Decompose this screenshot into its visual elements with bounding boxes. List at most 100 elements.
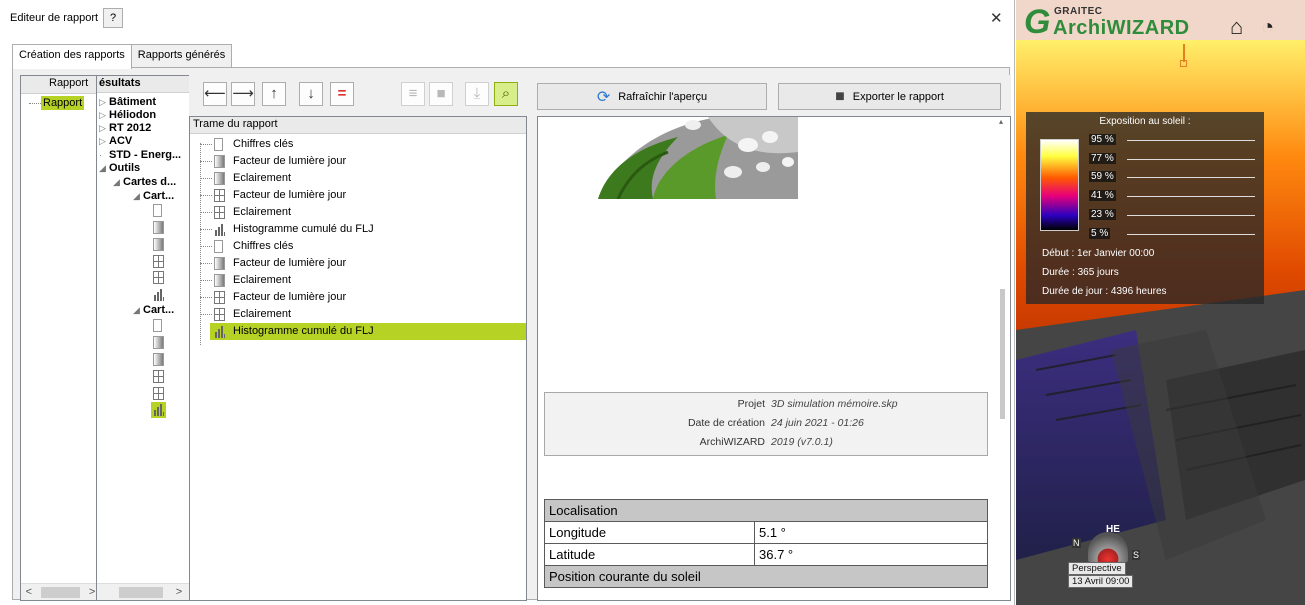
scroll-thumb[interactable] [1000,289,1005,419]
tree-item-acv[interactable]: ▷ ACV [99,135,132,147]
arrow-left-icon[interactable]: ⟵ [203,82,227,106]
longitude-label: Longitude [544,521,755,544]
sub-icon-gradient[interactable] [153,238,164,251]
gauge-icon[interactable]: ◔ [1261,14,1274,40]
page-icon [153,204,162,217]
legend-tick: 95 % [1089,134,1259,146]
refresh-icon: ⟳ [596,88,611,106]
page-icon [153,319,162,332]
arrow-right-icon[interactable]: ⟶ [231,82,255,106]
trame-row[interactable]: Facteur de lumière jour [190,153,526,170]
legend-tick: 5 % [1089,228,1259,240]
sub-icon-gradient[interactable] [153,353,164,366]
trame-row[interactable]: Facteur de lumière jour [190,187,526,204]
text-icon[interactable]: ≡ [401,82,425,106]
preview-icon[interactable]: ⌕ [494,82,518,106]
graitec-logo-icon: G [1024,3,1051,41]
collapse-arrow-icon[interactable]: ◢ [113,177,123,188]
sub-icon-gradient[interactable] [153,336,164,349]
vertical-scrollbar[interactable]: ▴ [996,117,1010,600]
tab-rapports-generes[interactable]: Rapports générés [130,44,233,68]
report-preview[interactable]: ▴ Projet 3D simulation mémoire.skp Date … [537,116,1011,601]
3d-viewport[interactable]: G GRAITEC ArchiWIZARD ⌂ ◔ Exposition au … [1016,0,1305,605]
grid-icon [214,308,225,321]
horizontal-scrollbar[interactable]: > [97,583,189,600]
close-button[interactable]: ✕ [990,9,1003,27]
tree-item-outils[interactable]: ◢ Outils [99,162,140,174]
sub-icon-grid[interactable] [153,370,164,383]
sub-icon-page[interactable] [153,319,162,332]
expand-arrow-icon[interactable]: ▷ [99,110,109,121]
page-icon [214,240,223,253]
view-mode-label[interactable]: Perspective [1068,562,1126,575]
tab-creation-rapports[interactable]: Création des rapports [12,44,132,69]
tree-item-cart-1[interactable]: ◢ Cart... [133,190,174,202]
info-key: Projet [737,398,765,410]
trame-row[interactable]: Chiffres clés [190,238,526,255]
location-table: Localisation Longitude 5.1 ° Latitude 36… [544,499,988,588]
sub-icon-page[interactable] [153,204,162,217]
sub-icon-histogram-selected[interactable] [151,402,166,418]
collapse-arrow-icon[interactable]: ◢ [133,305,143,316]
refresh-preview-button[interactable]: ⟳ Rafraîchir l'aperçu [537,83,767,110]
tree-item-cart-2[interactable]: ◢ Cart... [133,304,174,316]
sub-icon-grid[interactable] [153,255,164,268]
scroll-left-icon[interactable]: < [21,586,37,598]
report-node[interactable]: Rapport [41,96,85,110]
trame-row[interactable]: Eclairement [190,170,526,187]
trame-tree: Trame du rapport Chiffres clés Facteur d… [189,116,527,601]
legend-daylight: Durée de jour : 4396 heures [1042,286,1167,297]
legend-tick: 77 % [1089,153,1259,165]
legend-start: Début : 1er Janvier 00:00 [1042,248,1155,259]
gradient-icon [153,336,164,349]
tree-item-rt2012[interactable]: ▷ RT 2012 [99,122,151,134]
tree-item-cartes[interactable]: ◢ Cartes d... [113,176,176,188]
page-icon [214,138,223,151]
trame-row-selected[interactable]: Histogramme cumulé du FLJ [210,323,526,340]
datetime-label[interactable]: 13 Avril 09:00 [1068,575,1134,588]
scroll-right-icon[interactable]: > [171,586,187,598]
download-icon[interactable]: ⤓ [465,82,489,106]
collapse-arrow-icon[interactable]: ◢ [133,191,143,202]
save-icon[interactable]: ■ [429,82,453,106]
sub-icon-grid[interactable] [153,387,164,400]
trame-row[interactable]: Chiffres clés [190,136,526,153]
tree-item-std[interactable]: · STD - Energ... [99,149,181,161]
trame-row[interactable]: Eclairement [190,272,526,289]
scroll-thumb[interactable] [40,586,81,598]
expand-arrow-icon[interactable]: ▷ [99,123,109,134]
trame-row[interactable]: Facteur de lumière jour [190,255,526,272]
sub-icon-grid[interactable] [153,271,164,284]
sub-icon-histogram[interactable] [153,288,164,301]
report-structure-pane: ⟵ ⟶ ↑ ↓ = ≡ ■ ⤓ ⌕ Trame du rapport Chiff… [189,75,527,601]
grid-icon [153,255,164,268]
trame-row[interactable]: Facteur de lumière jour [190,289,526,306]
sub-icon-gradient[interactable] [153,221,164,234]
histogram-icon [153,403,164,416]
export-report-button[interactable]: ■ Exporter le rapport [778,83,1001,110]
scroll-thumb[interactable] [119,586,163,598]
trame-header: Trame du rapport [190,117,526,134]
home-icon[interactable]: ⌂ [1230,14,1243,40]
horizontal-scrollbar[interactable]: < > [21,583,100,600]
arrow-down-icon[interactable]: ↓ [299,82,323,106]
trame-row[interactable]: Eclairement [190,306,526,323]
gradient-icon [214,274,225,287]
sun-exposure-legend: Exposition au soleil : 95 % 77 % 59 % 41… [1026,112,1264,304]
expand-arrow-icon[interactable]: ▷ [99,97,109,108]
collapse-arrow-icon[interactable]: ◢ [99,163,109,174]
tab-panel: Rapport Rapport < > ésultats ▷ Bâtiment ▷… [12,67,1011,601]
expand-arrow-icon[interactable]: ▷ [99,136,109,147]
tree-item-batiment[interactable]: ▷ Bâtiment [99,96,156,108]
delete-icon[interactable]: = [330,82,354,106]
arrow-up-icon[interactable]: ↑ [262,82,286,106]
trame-row[interactable]: Eclairement [190,204,526,221]
results-tree-header: ésultats [97,76,189,93]
info-value: 24 juin 2021 - 01:26 [771,417,864,429]
gradient-icon [214,172,225,185]
preview-pane: ⟳ Rafraîchir l'aperçu ■ Exporter le rapp… [537,75,1011,601]
trame-row[interactable]: Histogramme cumulé du FLJ [190,221,526,238]
info-key: ArchiWIZARD [699,436,765,448]
help-button[interactable]: ? [103,8,123,28]
tree-item-heliodon[interactable]: ▷ Héliodon [99,109,156,121]
